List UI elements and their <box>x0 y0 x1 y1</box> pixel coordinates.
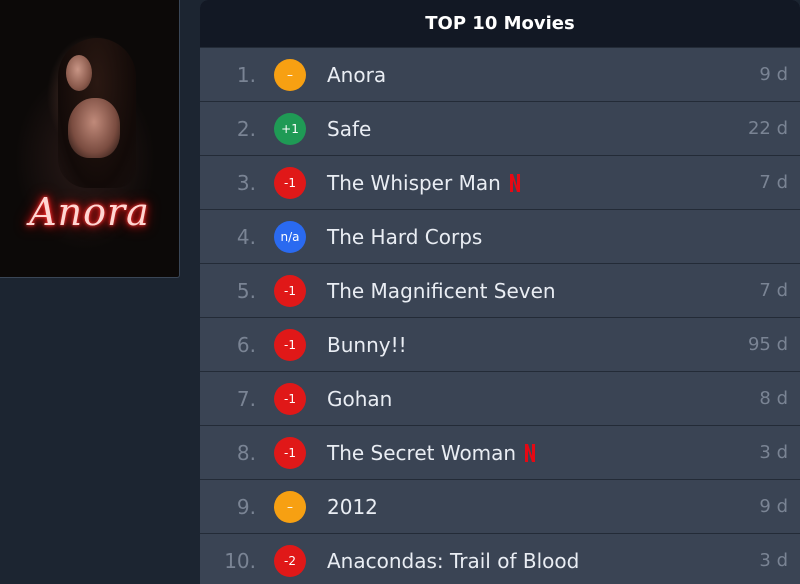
rank-number: 1. <box>236 62 256 87</box>
days-in-top10: 7 d <box>759 280 788 301</box>
movie-row[interactable]: 3. -1 The Whisper Man 7 d <box>200 155 800 209</box>
days-in-top10: 22 d <box>747 118 788 139</box>
rank-number: 6. <box>236 332 256 357</box>
days-in-top10: 3 d <box>759 442 788 463</box>
rank-number: 7. <box>236 386 256 411</box>
movie-row[interactable]: 6. -1 Bunny!! 95 d <box>200 317 800 371</box>
netflix-logo-icon <box>525 443 536 462</box>
rank-change-badge: -1 <box>274 436 306 469</box>
days-in-top10: 95 d <box>747 334 788 355</box>
movie-title[interactable]: The Secret Woman <box>327 441 516 465</box>
rank-change-badge: – <box>274 490 306 523</box>
rank-number: 8. <box>236 440 256 465</box>
rank-change-badge: -1 <box>274 274 306 307</box>
movie-title[interactable]: The Whisper Man <box>327 171 501 195</box>
movie-row[interactable]: 10. -2 Anacondas: Trail of Blood 3 d <box>200 533 800 584</box>
movie-row[interactable]: 2. +1 Safe 22 d <box>200 101 800 155</box>
rank-change-badge: n/a <box>274 220 306 253</box>
movie-title[interactable]: Anacondas: Trail of Blood <box>327 549 579 573</box>
movie-title[interactable]: Bunny!! <box>327 333 407 357</box>
movie-row[interactable]: 5. -1 The Magnificent Seven 7 d <box>200 263 800 317</box>
movie-row[interactable]: 4. n/a The Hard Corps <box>200 209 800 263</box>
movie-title[interactable]: The Hard Corps <box>327 225 482 249</box>
rank-change-badge: – <box>274 58 306 91</box>
rank-number: 9. <box>236 494 256 519</box>
rank-change-badge: +1 <box>274 112 306 145</box>
movie-row[interactable]: 7. -1 Gohan 8 d <box>200 371 800 425</box>
movie-title[interactable]: Safe <box>327 117 371 141</box>
poster-title: Anora <box>29 190 150 234</box>
movie-poster[interactable]: Anora <box>0 0 180 278</box>
rank-change-badge: -1 <box>274 328 306 361</box>
table-title: TOP 10 Movies <box>200 0 800 47</box>
rank-number: 10. <box>224 548 256 573</box>
rank-number: 3. <box>236 170 256 195</box>
days-in-top10: 9 d <box>759 496 788 517</box>
movie-title[interactable]: 2012 <box>327 495 378 519</box>
rank-number: 5. <box>236 278 256 303</box>
days-in-top10: 8 d <box>759 388 788 409</box>
movie-title[interactable]: Gohan <box>327 387 392 411</box>
movie-row[interactable]: 1. – Anora 9 d <box>200 47 800 101</box>
rank-number: 4. <box>236 224 256 249</box>
netflix-logo-icon <box>509 173 520 192</box>
movie-row[interactable]: 8. -1 The Secret Woman 3 d <box>200 425 800 479</box>
top10-movies-table: TOP 10 Movies 1. – Anora 9 d 2. +1 Safe … <box>200 0 800 584</box>
rank-number: 2. <box>236 116 256 141</box>
poster-figure-face <box>66 55 92 91</box>
rank-change-badge: -1 <box>274 382 306 415</box>
days-in-top10: 7 d <box>759 172 788 193</box>
days-in-top10: 3 d <box>759 550 788 571</box>
movie-row[interactable]: 9. – 2012 9 d <box>200 479 800 533</box>
movie-title[interactable]: Anora <box>327 63 386 87</box>
rank-change-badge: -1 <box>274 166 306 199</box>
rank-change-badge: -2 <box>274 544 306 577</box>
movie-title[interactable]: The Magnificent Seven <box>327 279 556 303</box>
poster-figure-shoulder <box>68 98 120 158</box>
days-in-top10: 9 d <box>759 64 788 85</box>
